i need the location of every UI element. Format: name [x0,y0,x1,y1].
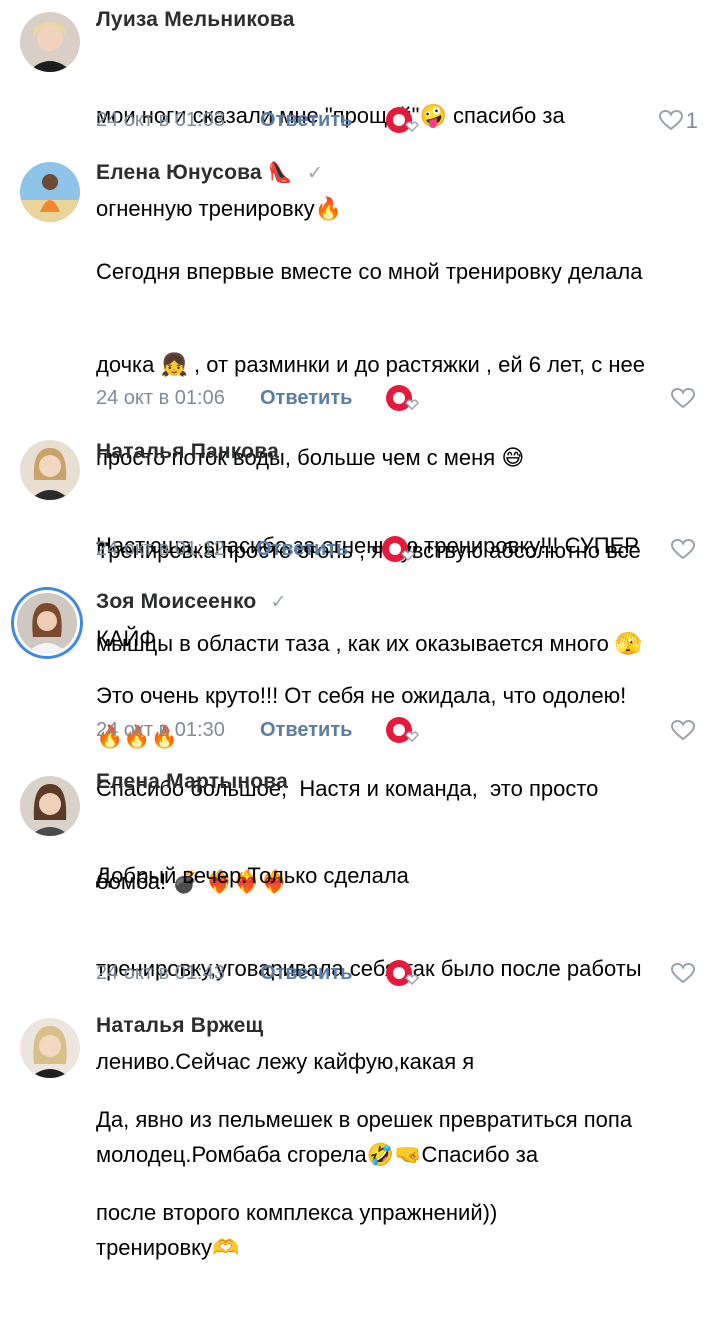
author-name[interactable]: Елена Юнусова [96,161,262,184]
like-count: 1 [685,108,698,133]
community-like-badge-icon [386,107,420,133]
community-like-badge-icon [386,385,420,411]
heart-outline-icon[interactable] [670,538,696,560]
comment-text: Да, явно из пельмешек в орешек превратит… [96,1042,696,1290]
comment-author[interactable]: Елена Мартынова [96,770,288,794]
comment-line: Да, явно из пельмешек в орешек превратит… [96,1107,633,1132]
heart-outline-icon[interactable] [670,387,696,409]
author-emoji: 👠 [267,160,294,184]
comment-line: дочка 👧 , от разминки и до растяжки , ей… [96,352,646,377]
comment-author[interactable]: Елена Юнусова 👠 ✓ [96,160,323,185]
comment-author[interactable]: Наталья Панкова [96,440,279,464]
reply-button[interactable]: Ответить [260,719,352,742]
comment-author[interactable]: Наталья Вржещ [96,1014,263,1038]
comment-date: 24 окт в 01:30 [96,719,225,741]
checkmark-icon: ✓ [307,163,324,184]
author-name[interactable]: Зоя Моисеенко [96,590,256,613]
reply-button[interactable]: Ответить [260,109,352,132]
heart-outline-icon[interactable] [658,109,684,131]
community-like-badge-icon [386,960,420,986]
comment-author[interactable]: Луиза Мельникова [96,8,295,32]
reply-button[interactable]: Ответить [256,538,348,561]
avatar[interactable] [20,162,80,222]
community-like-badge-icon [382,536,416,562]
heart-outline-icon[interactable] [670,719,696,741]
comment-date: 24 окт в 01:12 [96,538,225,560]
comment-line: после второго комплекса упражнений)) [96,1200,498,1225]
reply-button[interactable]: Ответить [260,387,352,410]
checkmark-icon: ✓ [270,592,287,613]
community-like-badge-icon [386,717,420,743]
comment-date: 24 окт в 01:03 [96,109,225,131]
comment-line: Это очень круто!!! От себя не ожидала, ч… [96,683,627,708]
avatar[interactable] [20,12,80,72]
reply-button[interactable]: Ответить [260,962,352,985]
comment-author[interactable]: Зоя Моисеенко ✓ [96,590,287,614]
comment-date: 24 окт в 01:06 [96,387,225,409]
avatar[interactable] [17,593,77,653]
author-name[interactable]: Луиза Мельникова [96,8,295,31]
heart-outline-icon[interactable] [670,962,696,984]
comment-line: Сегодня впервые вместе со мной тренировк… [96,259,643,284]
author-name[interactable]: Наталья Панкова [96,440,279,463]
author-name[interactable]: Наталья Вржещ [96,1014,263,1037]
avatar[interactable] [20,1018,80,1078]
author-name[interactable]: Елена Мартынова [96,770,288,793]
avatar[interactable] [20,776,80,836]
comment-line: Добрый вечер.Только сделала [96,863,409,888]
comment-date: 24 окт в 01:43 [96,962,225,984]
avatar[interactable] [20,440,80,500]
